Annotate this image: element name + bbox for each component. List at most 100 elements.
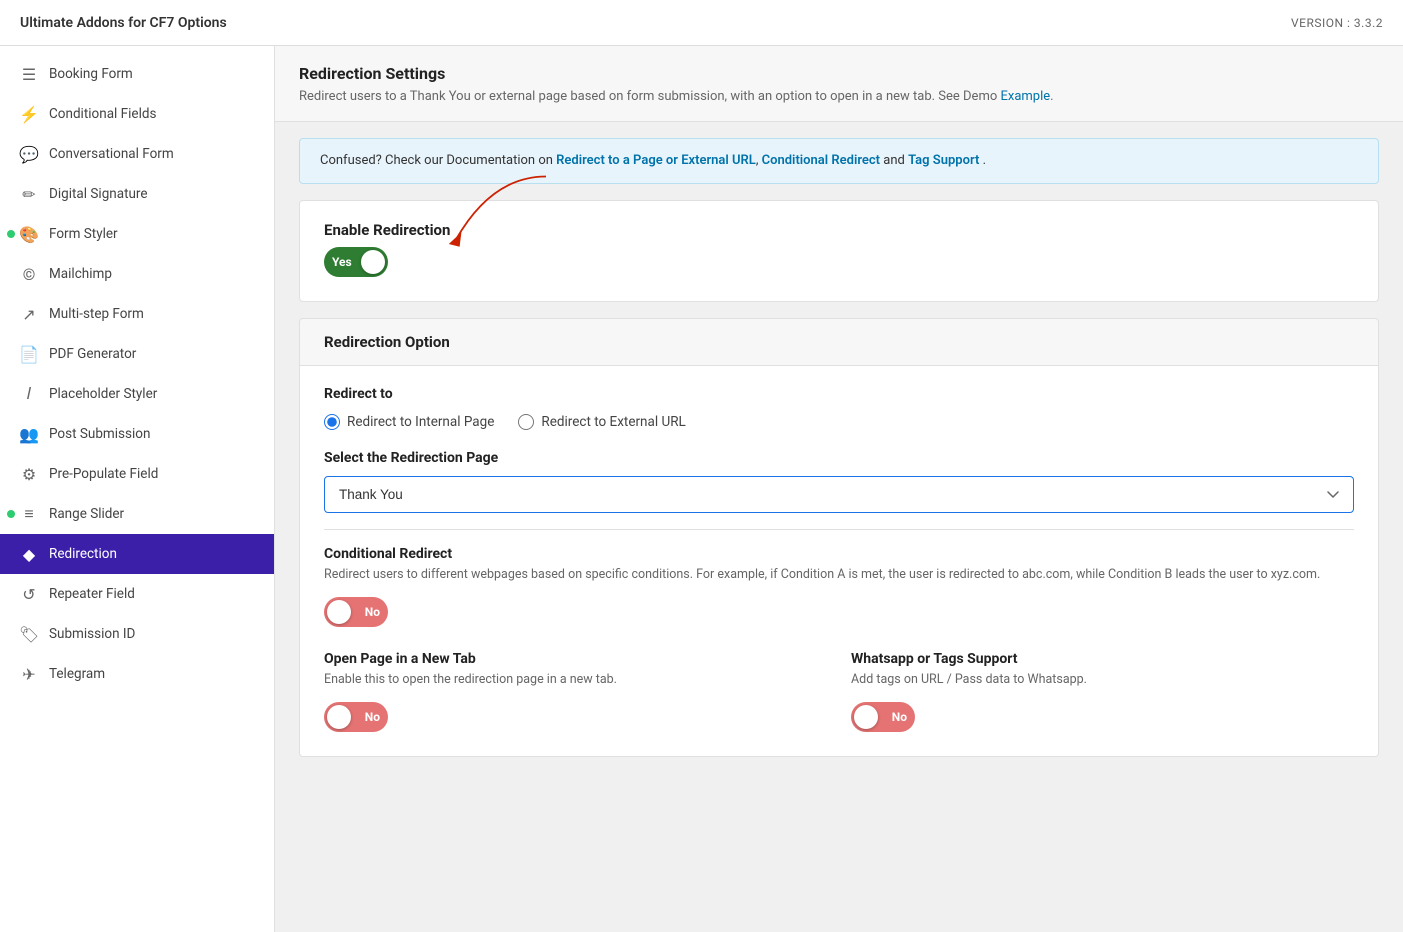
sidebar-item-booking-form[interactable]: ☰ Booking Form bbox=[0, 54, 274, 94]
radio-external-input[interactable] bbox=[518, 414, 534, 430]
sidebar-item-redirection[interactable]: ◆ Redirection bbox=[0, 534, 274, 574]
sidebar: ☰ Booking Form ⚡ Conditional Fields 💬 Co… bbox=[0, 46, 275, 932]
main-layout: ☰ Booking Form ⚡ Conditional Fields 💬 Co… bbox=[0, 46, 1403, 932]
sidebar-icon-pre-populate-field: ⚙ bbox=[19, 464, 39, 484]
whatsapp-support-section: Whatsapp or Tags Support Add tags on URL… bbox=[851, 651, 1354, 736]
section-title: Redirection Settings bbox=[299, 64, 1379, 83]
section-desc: Redirect users to a Thank You or externa… bbox=[299, 87, 1379, 107]
redirection-option-body: Redirect to Redirect to Internal Page Re… bbox=[299, 366, 1379, 757]
open-new-tab-desc: Enable this to open the redirection page… bbox=[324, 671, 827, 690]
two-col-section: Open Page in a New Tab Enable this to op… bbox=[324, 651, 1354, 736]
radio-external-label: Redirect to External URL bbox=[541, 414, 685, 430]
radio-internal-page[interactable]: Redirect to Internal Page bbox=[324, 414, 494, 430]
sidebar-item-digital-signature[interactable]: ✏ Digital Signature bbox=[0, 174, 274, 214]
sidebar-item-pre-populate-field[interactable]: ⚙ Pre-Populate Field bbox=[0, 454, 274, 494]
redirection-option-title: Redirection Option bbox=[324, 333, 1354, 351]
open-new-tab-title: Open Page in a New Tab bbox=[324, 651, 827, 667]
conditional-redirect-knob bbox=[327, 600, 351, 624]
sidebar-icon-redirection: ◆ bbox=[19, 544, 39, 564]
sidebar-icon-multi-step-form: ↗ bbox=[19, 304, 39, 324]
sidebar-icon-mailchimp: © bbox=[19, 264, 39, 284]
redirect-radio-group: Redirect to Internal Page Redirect to Ex… bbox=[324, 414, 1354, 430]
whatsapp-support-knob bbox=[854, 705, 878, 729]
sidebar-item-multi-step-form[interactable]: ↗ Multi-step Form bbox=[0, 294, 274, 334]
toggle-yes-label: Yes bbox=[332, 255, 352, 269]
sidebar-label-digital-signature: Digital Signature bbox=[49, 186, 148, 202]
whatsapp-support-title: Whatsapp or Tags Support bbox=[851, 651, 1354, 667]
radio-external-url[interactable]: Redirect to External URL bbox=[518, 414, 685, 430]
sidebar-label-placeholder-styler: Placeholder Styler bbox=[49, 386, 157, 402]
sidebar-icon-placeholder-styler: 𝐼 bbox=[19, 384, 39, 404]
sidebar-icon-post-submission: 👥 bbox=[19, 424, 39, 444]
sidebar-item-form-styler[interactable]: 🎨 Form Styler bbox=[0, 214, 274, 254]
sidebar-icon-submission-id: 🏷 bbox=[19, 624, 39, 644]
main-content: Redirection Settings Redirect users to a… bbox=[275, 46, 1403, 932]
top-bar: Ultimate Addons for CF7 Options VERSION … bbox=[0, 0, 1403, 46]
doc-link-tag-support[interactable]: Tag Support bbox=[908, 153, 979, 168]
enable-redirection-toggle-wrap[interactable]: Yes bbox=[324, 247, 388, 277]
sidebar-item-telegram[interactable]: ✈ Telegram bbox=[0, 654, 274, 694]
sidebar-label-telegram: Telegram bbox=[49, 666, 105, 682]
sidebar-label-form-styler: Form Styler bbox=[49, 226, 118, 242]
sidebar-icon-form-styler: 🎨 bbox=[19, 224, 39, 244]
enable-redirection-toggle[interactable]: Yes bbox=[324, 247, 388, 277]
info-banner: Confused? Check our Documentation on Red… bbox=[299, 138, 1379, 185]
select-page-label: Select the Redirection Page bbox=[324, 450, 1354, 466]
sidebar-label-multi-step-form: Multi-step Form bbox=[49, 306, 144, 322]
sidebar-label-conversational-form: Conversational Form bbox=[49, 146, 174, 162]
sidebar-label-submission-id: Submission ID bbox=[49, 626, 135, 642]
open-new-tab-toggle[interactable]: No bbox=[324, 702, 388, 732]
sidebar-icon-telegram: ✈ bbox=[19, 664, 39, 684]
toggle-annotation: Yes bbox=[324, 247, 388, 281]
conditional-redirect-title: Conditional Redirect bbox=[324, 546, 1354, 562]
enable-redirection-label: Enable Redirection bbox=[324, 221, 450, 239]
sidebar-icon-repeater-field: ↺ bbox=[19, 584, 39, 604]
open-new-tab-section: Open Page in a New Tab Enable this to op… bbox=[324, 651, 827, 736]
sidebar-item-placeholder-styler[interactable]: 𝐼 Placeholder Styler bbox=[0, 374, 274, 414]
sidebar-item-conversational-form[interactable]: 💬 Conversational Form bbox=[0, 134, 274, 174]
sidebar-item-range-slider[interactable]: ≡ Range Slider bbox=[0, 494, 274, 534]
demo-example-link[interactable]: Example bbox=[1001, 89, 1051, 104]
sidebar-icon-conversational-form: 💬 bbox=[19, 144, 39, 164]
sidebar-icon-digital-signature: ✏ bbox=[19, 184, 39, 204]
sidebar-label-conditional-fields: Conditional Fields bbox=[49, 106, 156, 122]
sidebar-icon-booking-form: ☰ bbox=[19, 64, 39, 84]
sidebar-label-pdf-generator: PDF Generator bbox=[49, 346, 136, 362]
toggle-knob bbox=[361, 250, 385, 274]
redirection-option-header: Redirection Option bbox=[299, 318, 1379, 366]
sidebar-item-conditional-fields[interactable]: ⚡ Conditional Fields bbox=[0, 94, 274, 134]
conditional-redirect-section: Conditional Redirect Redirect users to d… bbox=[324, 546, 1354, 631]
open-new-tab-knob bbox=[327, 705, 351, 729]
whatsapp-support-toggle[interactable]: No bbox=[851, 702, 915, 732]
doc-link-conditional-redirect[interactable]: Conditional Redirect bbox=[762, 153, 880, 168]
sidebar-label-redirection: Redirection bbox=[49, 546, 117, 562]
redirection-page-select[interactable]: Thank You Home Contact About bbox=[324, 476, 1354, 513]
sidebar-item-post-submission[interactable]: 👥 Post Submission bbox=[0, 414, 274, 454]
doc-link-redirect-page[interactable]: Redirect to a Page or External URL bbox=[556, 153, 756, 168]
section-header: Redirection Settings Redirect users to a… bbox=[275, 46, 1403, 122]
sidebar-item-submission-id[interactable]: 🏷 Submission ID bbox=[0, 614, 274, 654]
sidebar-label-range-slider: Range Slider bbox=[49, 506, 124, 522]
divider-1 bbox=[324, 529, 1354, 530]
sidebar-icon-range-slider: ≡ bbox=[19, 504, 39, 524]
open-new-tab-toggle-label: No bbox=[365, 710, 380, 724]
conditional-redirect-toggle[interactable]: No bbox=[324, 597, 388, 627]
whatsapp-support-desc: Add tags on URL / Pass data to Whatsapp. bbox=[851, 671, 1354, 690]
redirect-to-label: Redirect to bbox=[324, 386, 1354, 402]
sidebar-item-repeater-field[interactable]: ↺ Repeater Field bbox=[0, 574, 274, 614]
sidebar-label-pre-populate-field: Pre-Populate Field bbox=[49, 466, 158, 482]
conditional-redirect-desc: Redirect users to different webpages bas… bbox=[324, 566, 1354, 585]
sidebar-label-repeater-field: Repeater Field bbox=[49, 586, 135, 602]
conditional-redirect-toggle-label: No bbox=[365, 605, 380, 619]
sidebar-item-mailchimp[interactable]: © Mailchimp bbox=[0, 254, 274, 294]
sidebar-item-pdf-generator[interactable]: 📄 PDF Generator bbox=[0, 334, 274, 374]
sidebar-label-mailchimp: Mailchimp bbox=[49, 266, 112, 282]
sidebar-label-post-submission: Post Submission bbox=[49, 426, 150, 442]
enable-redirection-block: Enable Redirection Yes bbox=[299, 200, 1379, 302]
whatsapp-support-toggle-label: No bbox=[892, 710, 907, 724]
sidebar-icon-pdf-generator: 📄 bbox=[19, 344, 39, 364]
radio-internal-input[interactable] bbox=[324, 414, 340, 430]
sidebar-label-booking-form: Booking Form bbox=[49, 66, 133, 82]
radio-internal-label: Redirect to Internal Page bbox=[347, 414, 494, 430]
app-title: Ultimate Addons for CF7 Options bbox=[20, 15, 227, 31]
